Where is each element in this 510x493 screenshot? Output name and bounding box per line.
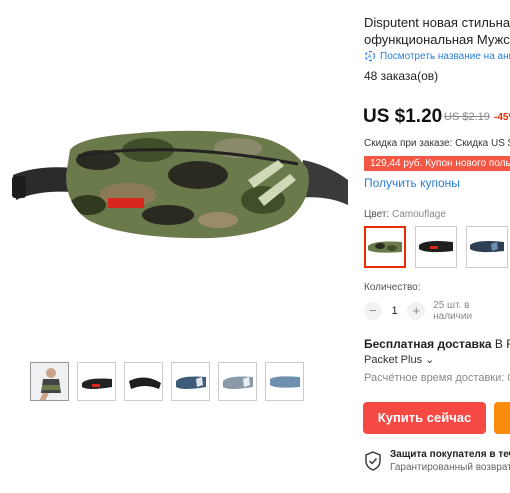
color-value: Camouflage	[391, 209, 446, 220]
waist-bag-image	[12, 130, 348, 239]
thumbnail-1[interactable]	[30, 362, 69, 401]
original-price: US $2.19	[444, 111, 490, 123]
thumbnail-2[interactable]	[77, 362, 116, 401]
translate-icon: A	[364, 50, 376, 62]
get-coupons-link[interactable]: Получить купоны	[364, 176, 460, 190]
thumbnail-4[interactable]	[171, 362, 210, 401]
quantity-increase-button[interactable]: +	[407, 302, 426, 320]
swatch-black[interactable]	[415, 226, 457, 268]
quantity-stepper: − 1 + 25 шт. в наличии	[364, 300, 510, 322]
new-user-coupon-banner[interactable]: 129,44 руб. Купон нового пользо	[364, 156, 510, 171]
thumbnail-3[interactable]	[124, 362, 163, 401]
swatch-camouflage[interactable]	[364, 226, 406, 268]
buyer-protection-subtitle: Гарантированный возврат с	[390, 462, 510, 473]
add-to-cart-button[interactable]	[494, 402, 510, 434]
color-label: Цвет: Camouflage	[364, 209, 446, 220]
shipping-title: Бесплатная доставка В Russ	[364, 337, 510, 351]
svg-text:A: A	[368, 55, 372, 61]
shipping-destination[interactable]: В Russ	[492, 337, 510, 351]
shipping-method[interactable]: Packet Plus ⌄	[364, 353, 434, 366]
translate-link-text: Посмотреть название на анг	[380, 50, 510, 62]
blue-bag-icon	[470, 241, 504, 253]
free-shipping-text: Бесплатная доставка	[364, 337, 492, 351]
quantity-label: Количество:	[364, 282, 421, 293]
swatch-blue[interactable]	[466, 226, 508, 268]
stock-available: 25 шт. в наличии	[433, 300, 473, 322]
buyer-protection-title: Защита покупателя в тече	[390, 449, 510, 460]
discount-badge: -45%	[494, 112, 510, 123]
product-title-line-1: Disputent новая стильная поя	[364, 15, 510, 30]
thumbnail-strip	[30, 362, 304, 401]
thumbnail-5[interactable]	[218, 362, 257, 401]
black-red-bag-icon	[419, 241, 453, 253]
product-title: Disputent новая стильная поя офункционал…	[364, 14, 510, 48]
product-title-line-2: офункциональная Мужская и	[364, 32, 510, 47]
quantity-decrease-button[interactable]: −	[364, 302, 382, 320]
buy-now-button[interactable]: Купить сейчас	[363, 402, 486, 434]
store-discount-text: Скидка при заказе: Скидка US $1 з	[364, 138, 510, 149]
translate-title-link[interactable]: A Посмотреть название на анг	[364, 50, 510, 62]
estimated-delivery: Расчётное время доставки: 0	[364, 372, 510, 384]
thumbnail-6[interactable]	[265, 362, 304, 401]
current-price: US $1.20	[363, 106, 443, 127]
color-swatches	[364, 226, 508, 268]
camouflage-bag-icon	[368, 241, 402, 253]
shield-check-icon	[365, 451, 381, 471]
main-product-image[interactable]	[8, 120, 348, 255]
quantity-value[interactable]: 1	[382, 305, 408, 317]
orders-count: 48 заказа(ов)	[364, 69, 439, 83]
color-label-text: Цвет:	[364, 209, 390, 220]
